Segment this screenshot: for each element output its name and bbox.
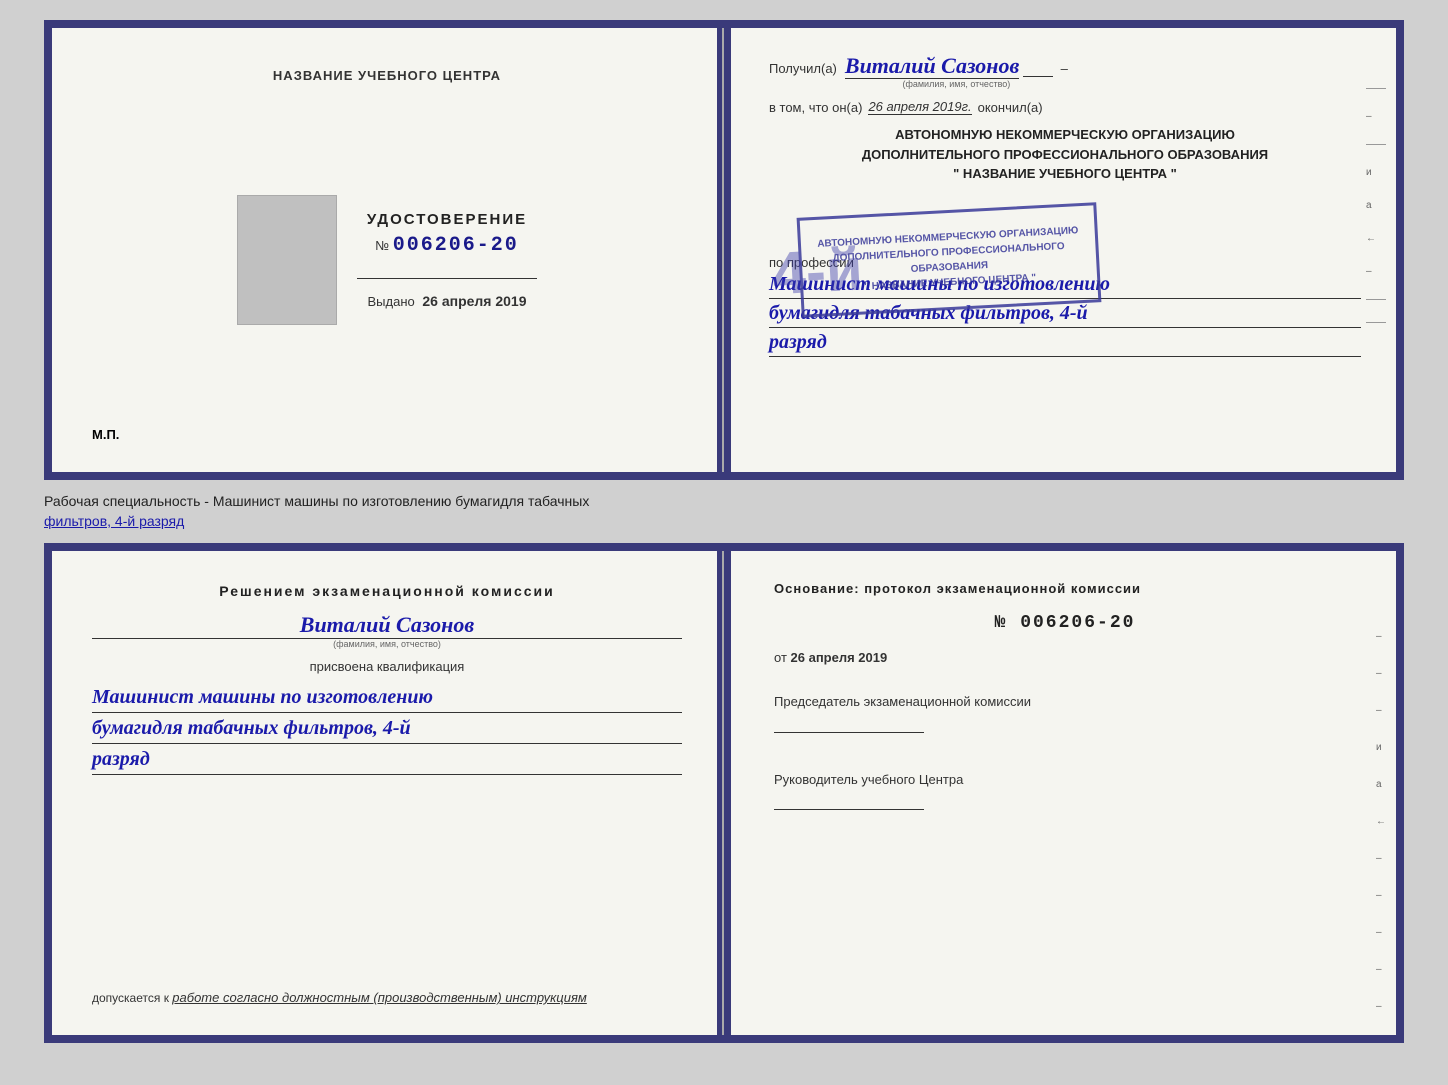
chairman-signature-line (774, 732, 924, 733)
cert-number: 006206-20 (393, 234, 519, 257)
received-label: Получил(а) (769, 61, 837, 76)
person-subtitle-bottom: (фамилия, имя, отчество) (92, 639, 682, 649)
deco-dash-1 (1366, 88, 1386, 89)
basis-text: Основание: протокол экзаменационной коми… (774, 581, 1356, 596)
in-that-label: в том, что он(а) (769, 100, 862, 115)
protocol-date-prefix: от (774, 650, 787, 665)
admit-label: допускается к (92, 991, 169, 1005)
qual-value3: разряд (92, 744, 682, 775)
admit-value: работе согласно должностным (производств… (172, 990, 587, 1005)
top-certificate-document: НАЗВАНИЕ УЧЕБНОГО ЦЕНТРА УДОСТОВЕРЕНИЕ №… (44, 20, 1404, 480)
issued-date: 26 апреля 2019 (422, 293, 526, 309)
vtom-line: в том, что он(а) 26 апреля 2019г. окончи… (769, 99, 1361, 115)
chairman-block: Председатель экзаменационной комиссии (774, 692, 1356, 733)
bottom-left-page: Решением экзаменационной комиссии Витали… (52, 551, 724, 1035)
completed-label: окончил(а) (978, 100, 1043, 115)
organization-block: АВТОНОМНУЮ НЕКОММЕРЧЕСКУЮ ОРГАНИЗАЦИЮ ДО… (769, 125, 1361, 235)
cert-title: УДОСТОВЕРЕНИЕ (367, 211, 527, 228)
person-block: Виталий Сазонов (фамилия, имя, отчество) (92, 612, 682, 659)
top-right-decorative: – и а ← – (1366, 88, 1386, 323)
bottom-right-page: Основание: протокол экзаменационной коми… (724, 551, 1396, 1035)
head-block: Руководитель учебного Центра (774, 755, 1356, 811)
top-right-page: Получил(а) Виталий Сазонов – (фамилия, и… (724, 28, 1396, 472)
mp-label: М.П. (92, 427, 119, 442)
bottom-certificate-document: Решением экзаменационной комиссии Витали… (44, 543, 1404, 1043)
cert-number-prefix-label: № 006206-20 (375, 234, 519, 257)
chairman-title: Председатель экзаменационной комиссии (774, 692, 1356, 712)
decision-title: Решением экзаменационной комиссии (92, 581, 682, 602)
official-stamp: АВТОНОМНУЮ НЕКОММЕРЧЕСКУЮ ОРГАНИЗАЦИЮ ДО… (797, 202, 1102, 318)
between-text1: Рабочая специальность - Машинист машины … (44, 493, 589, 509)
protocol-date-block: от 26 апреля 2019 (774, 650, 1356, 665)
head-title: Руководитель учебного Центра (774, 770, 1356, 790)
recipient-subtitle: (фамилия, имя, отчество) (845, 79, 1068, 89)
org-text: АВТОНОМНУЮ НЕКОММЕРЧЕСКУЮ ОРГАНИЗАЦИЮ ДО… (769, 125, 1361, 184)
head-signature-line (774, 809, 924, 810)
recipient-line: Получил(а) Виталий Сазонов – (фамилия, и… (769, 53, 1361, 89)
protocol-date: 26 апреля 2019 (791, 650, 888, 665)
between-text2: фильтров, 4-й разряд (44, 513, 184, 529)
protocol-number-prefix: № (995, 613, 1008, 633)
org-line3: " НАЗВАНИЕ УЧЕБНОГО ЦЕНТРА " (769, 164, 1361, 184)
recipient-name: Виталий Сазонов (845, 53, 1019, 79)
issued-label: Выдано (367, 294, 414, 309)
top-left-page: НАЗВАНИЕ УЧЕБНОГО ЦЕНТРА УДОСТОВЕРЕНИЕ №… (52, 28, 724, 472)
deco-dash-3 (1366, 299, 1386, 300)
org-line2: ДОПОЛНИТЕЛЬНОГО ПРОФЕССИОНАЛЬНОГО ОБРАЗО… (769, 145, 1361, 165)
deco-dash-4 (1366, 322, 1386, 323)
certificate-middle: УДОСТОВЕРЕНИЕ № 006206-20 Выдано 26 апре… (237, 195, 537, 325)
assigned-text: присвоена квалификация (92, 659, 682, 674)
protocol-number-block: № 006206-20 (774, 613, 1356, 633)
issued-line: Выдано 26 апреля 2019 (367, 293, 526, 309)
institution-name-top: НАЗВАНИЕ УЧЕБНОГО ЦЕНТРА (273, 68, 501, 83)
admit-block: допускается к работе согласно должностны… (92, 970, 682, 1005)
profession-value3: разряд (769, 328, 1361, 357)
qualification-block: Машинист машины по изготовлению бумагидл… (92, 682, 682, 775)
photo-placeholder (237, 195, 337, 325)
between-docs-text: Рабочая специальность - Машинист машины … (44, 492, 1404, 531)
cert-title-block: УДОСТОВЕРЕНИЕ № 006206-20 Выдано 26 апре… (357, 211, 537, 309)
deco-dash-2 (1366, 144, 1386, 145)
protocol-number: 006206-20 (1020, 613, 1135, 633)
qual-value1: Машинист машины по изготовлению (92, 682, 682, 713)
person-name-bottom: Виталий Сазонов (92, 612, 682, 639)
org-line1: АВТОНОМНУЮ НЕКОММЕРЧЕСКУЮ ОРГАНИЗАЦИЮ (769, 125, 1361, 145)
completed-date: 26 апреля 2019г. (868, 99, 971, 115)
qual-value2: бумагидля табачных фильтров, 4-й (92, 713, 682, 744)
bottom-right-decorative: – – – и а ← – – – – – (1376, 631, 1386, 1012)
